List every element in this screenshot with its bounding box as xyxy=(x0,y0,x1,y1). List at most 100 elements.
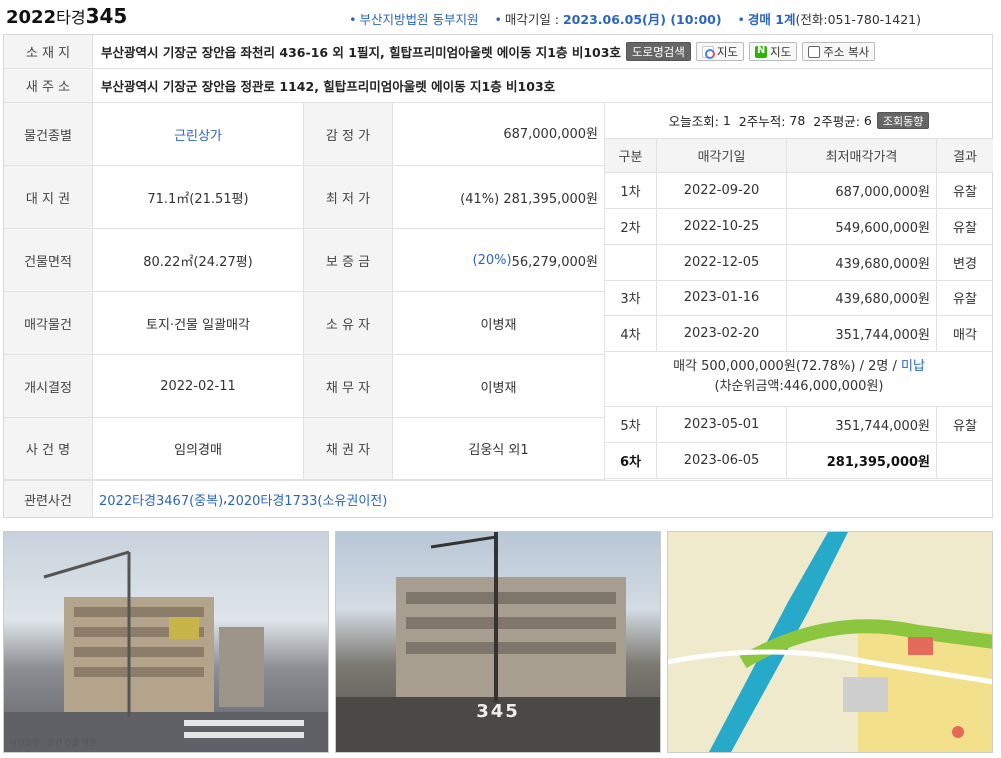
case-number: 2022타경345 xyxy=(6,4,127,28)
bullet-icon: • xyxy=(494,12,502,27)
sale-result-text: 매각 500,000,000원(72.78%) / 2명 / xyxy=(673,359,902,374)
deposit-label: 보 증 금 xyxy=(304,229,393,292)
deposit-amount: 56,279,000원 xyxy=(511,254,598,270)
history-price: 687,000,000원 xyxy=(787,173,937,208)
court-name[interactable]: 부산지방법원 동부지원 xyxy=(359,9,478,28)
case-header: 2022타경345 • 부산지방법원 동부지원 • 매각기일 : 2023.06.0… xyxy=(0,0,1001,34)
unpaid-link[interactable]: 미납 xyxy=(901,359,925,374)
case-year: 2022 xyxy=(6,7,57,28)
related-case-link-1[interactable]: 2022타경3467(중복) xyxy=(99,490,223,509)
road-search-button[interactable]: 도로명검색 xyxy=(625,42,691,61)
location-map-image xyxy=(668,532,992,752)
naver-map-icon xyxy=(755,45,768,58)
avg-views: 6 xyxy=(863,113,872,128)
dept-value: 경매 1계 xyxy=(747,12,796,27)
history-row: 5차 2023-05-01 351,744,000원 유찰 xyxy=(605,407,993,443)
case-name-value: 임의경매 xyxy=(93,418,304,480)
auction-history-panel: 오늘조회: 1 2주누적: 78 2주평균: 6 조회동향 구분 매각기일 최저… xyxy=(604,103,993,480)
history-price: 351,744,000원 xyxy=(787,407,937,442)
history-result: 매각 xyxy=(953,328,977,344)
two-week-label: 2주누적: xyxy=(738,114,786,129)
daum-map-label: 지도 xyxy=(716,44,739,59)
sale-date-value: 2023.06.05(月) (10:00) xyxy=(562,12,722,27)
second-bid-amount: (차순위금액:446,000,000원) xyxy=(714,379,884,394)
history-date: 2022-12-05 xyxy=(657,244,787,280)
owner-label: 소 유 자 xyxy=(304,292,393,355)
col-price: 최저매각가격 xyxy=(787,139,937,172)
history-date: 2023-02-20 xyxy=(657,316,787,352)
sale-object-value: 토지·건물 일괄매각 xyxy=(93,292,304,355)
building-photo-1[interactable]: 사진설명 : 본건 건물 외관 xyxy=(3,531,329,753)
creditor-label: 채 권 자 xyxy=(304,418,393,480)
sale-object-label: 매각물건 xyxy=(4,292,93,355)
history-date: 2022-09-20 xyxy=(657,173,787,208)
debtor-label: 채 무 자 xyxy=(304,355,393,418)
location-text: 부산광역시 기장군 장안읍 좌천리 436-16 외 1필지, 힐탑프리미엄아울… xyxy=(101,45,621,60)
appraisal-value: 687,000,000원 xyxy=(393,103,604,166)
bullet-icon: • xyxy=(737,12,745,27)
deposit-percent: (20%) xyxy=(472,252,512,268)
history-row: 6차 2023-06-05 281,395,000원 xyxy=(605,442,993,479)
daum-map-button[interactable]: 지도 xyxy=(695,42,745,61)
building-photo-1-image xyxy=(4,550,328,752)
copy-icon xyxy=(808,45,821,58)
new-address-row: 새 주 소 부산광역시 기장군 장안읍 정관로 1142, 힐탑프리미엄아울렛 … xyxy=(4,69,992,103)
min-price-value: (41%) 281,395,000원 xyxy=(393,166,604,229)
new-address-label: 새 주 소 xyxy=(4,69,93,102)
building-photo-2[interactable]: 345 xyxy=(335,531,661,753)
appraisal-label: 감 정 가 xyxy=(304,103,393,166)
sale-result-row: 매각 500,000,000원(72.78%) / 2명 / 미납 (차순위금액… xyxy=(605,352,993,407)
bullet-icon: • xyxy=(349,12,357,27)
two-week-views: 78 xyxy=(789,113,806,128)
land-label: 대 지 권 xyxy=(4,166,93,229)
history-date: 2023-06-05 xyxy=(657,442,787,478)
copy-address-button[interactable]: 주소 복사 xyxy=(802,42,876,61)
case-num: 345 xyxy=(85,4,128,28)
naver-map-button[interactable]: 지도 xyxy=(749,42,798,61)
case-name-label: 사 건 명 xyxy=(4,418,93,480)
history-price: 351,744,000원 xyxy=(787,316,937,352)
history-row: 3차 2023-01-16 439,680,000원 유찰 xyxy=(605,280,993,317)
history-header-row: 구분 매각기일 최저매각가격 결과 xyxy=(605,139,993,173)
related-case-link-2[interactable]: 2020타경1733(소유권이전) xyxy=(227,490,387,509)
history-price: 439,680,000원 xyxy=(787,244,937,280)
location-value: 부산광역시 기장군 장안읍 좌천리 436-16 외 1필지, 힐탑프리미엄아울… xyxy=(101,35,876,68)
history-row: 2차 2022-10-25 549,600,000원 유찰 xyxy=(605,208,993,245)
related-value: 2022타경3467(중복), 2020타경1733(소유권이전) xyxy=(99,481,387,517)
history-row: 1차 2022-09-20 687,000,000원 유찰 xyxy=(605,173,993,209)
today-views: 1 xyxy=(722,113,731,128)
history-row: 4차 2023-02-20 351,744,000원 매각 xyxy=(605,316,993,353)
location-row: 소 재 지 부산광역시 기장군 장안읍 좌천리 436-16 외 1필지, 힐탑… xyxy=(4,35,992,69)
photo-watermark: 345 xyxy=(476,701,520,722)
history-round xyxy=(605,244,657,280)
avg-label: 2주평균: xyxy=(813,114,860,129)
history-price: 281,395,000원 xyxy=(787,442,937,478)
creditor-value: 김웅식 외1 xyxy=(393,418,604,480)
building-area-label: 건물면적 xyxy=(4,229,93,292)
view-stats: 오늘조회: 1 2주누적: 78 2주평균: 6 조회동향 xyxy=(605,103,993,139)
start-decision-label: 개시결정 xyxy=(4,355,93,418)
history-round: 6차 xyxy=(605,442,657,478)
history-round: 3차 xyxy=(605,280,657,316)
view-trend-button[interactable]: 조회동향 xyxy=(876,112,930,129)
building-area-value: 80.22㎡(24.27평) xyxy=(93,229,304,292)
min-price-label: 최 저 가 xyxy=(304,166,393,229)
daum-map-icon xyxy=(701,45,715,59)
case-info: • 부산지방법원 동부지원 • 매각기일 : 2023.06.05(月) (10:0… xyxy=(337,9,921,28)
history-result: 유찰 xyxy=(953,292,977,308)
type-value[interactable]: 근린상가 xyxy=(93,103,304,166)
history-result: 유찰 xyxy=(953,220,977,236)
history-result: 유찰 xyxy=(953,185,977,200)
deposit-value: (20%) 56,279,000원 xyxy=(393,229,604,292)
history-price: 439,680,000원 xyxy=(787,280,937,316)
history-round: 2차 xyxy=(605,208,657,244)
history-round: 4차 xyxy=(605,316,657,352)
type-label: 물건종별 xyxy=(4,103,93,166)
history-result: 변경 xyxy=(953,256,977,272)
copy-address-label: 주소 복사 xyxy=(823,44,870,59)
sale-date-label: 매각기일 : xyxy=(504,12,559,27)
location-map[interactable] xyxy=(667,531,993,753)
history-round: 5차 xyxy=(605,407,657,442)
history-price: 549,600,000원 xyxy=(787,208,937,244)
new-address-value: 부산광역시 기장군 장안읍 정관로 1142, 힐탑프리미엄아울렛 에이동 지1… xyxy=(101,79,556,94)
